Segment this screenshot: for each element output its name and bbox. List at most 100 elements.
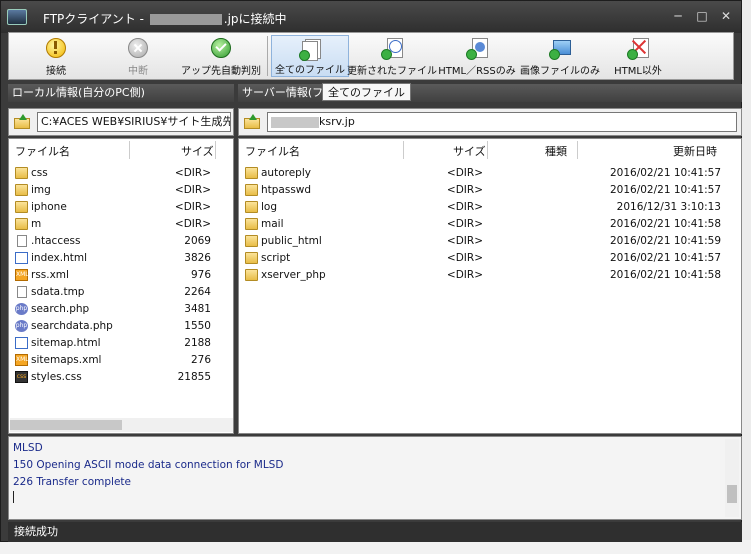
server-col-size[interactable]: サイズ [453, 143, 486, 159]
local-up-folder-icon[interactable] [14, 114, 32, 130]
file-size: 2069 [184, 235, 211, 247]
server-file-list[interactable]: ファイル名 サイズ 種類 更新日時 autoreply <DIR> 2016/02/… [238, 138, 742, 434]
status-bar: 接続成功 [8, 522, 742, 542]
file-size: <DIR> [174, 184, 211, 196]
file-size: 21855 [177, 371, 211, 383]
html-rss-button[interactable]: HTML／RSSのみ [437, 35, 517, 77]
local-file-row[interactable]: index.html 3826 [9, 250, 233, 267]
updated-files-button[interactable]: 更新されたファイル [347, 35, 437, 77]
html-rss-icon [466, 37, 488, 60]
file-name: img [31, 184, 51, 196]
close-button[interactable]: ✕ [719, 9, 733, 23]
server-col-name[interactable]: ファイル名 [245, 143, 300, 159]
file-size: <DIR> [174, 201, 211, 213]
updated-files-label: 更新されたファイル [347, 66, 437, 77]
disconnect-icon [127, 37, 149, 59]
file-size: <DIR> [174, 167, 211, 179]
server-file-row[interactable]: script <DIR> 2016/02/21 10:41:57 [239, 250, 741, 267]
server-file-row[interactable]: log <DIR> 2016/12/31 3:10:13 [239, 199, 741, 216]
local-col-name[interactable]: ファイル名 [15, 143, 70, 159]
log-scroll-thumb[interactable] [727, 485, 737, 503]
server-address-bar: ksrv.jp [238, 108, 742, 136]
local-file-row[interactable]: php searchdata.php 1550 [9, 318, 233, 335]
html-icon [15, 337, 28, 349]
server-column-header: ファイル名 サイズ 種類 更新日時 [239, 139, 741, 161]
connect-button[interactable]: 接続 [31, 35, 81, 77]
local-scroll-thumb[interactable] [10, 420, 122, 430]
server-file-row[interactable]: htpasswd <DIR> 2016/02/21 10:41:57 [239, 182, 741, 199]
file-name: searchdata.php [31, 320, 113, 332]
log-line: MLSD [13, 442, 43, 454]
title-bar[interactable]: FTPクライアント - .jpに接続中 ─ □ ✕ [1, 1, 741, 33]
css-icon: css [15, 371, 28, 383]
local-file-row[interactable]: css styles.css 21855 [9, 369, 233, 386]
file-modified-date: 2016/02/21 10:41:57 [609, 167, 721, 179]
file-name: iphone [31, 201, 67, 213]
server-path-suffix: ksrv.jp [319, 115, 355, 128]
disconnect-button[interactable]: 中断 [113, 35, 163, 77]
file-name: sitemap.html [31, 337, 101, 349]
local-file-row[interactable]: sitemap.html 2188 [9, 335, 233, 352]
local-file-row[interactable]: sdata.tmp 2264 [9, 284, 233, 301]
folder-icon [245, 269, 258, 281]
server-file-row[interactable]: xserver_php <DIR> 2016/02/21 10:41:58 [239, 267, 741, 284]
server-path-input[interactable]: ksrv.jp [267, 112, 737, 132]
folder-icon [15, 184, 28, 196]
file-name: index.html [31, 252, 87, 264]
non-html-button[interactable]: HTML以外 [607, 35, 669, 77]
local-file-row[interactable]: m <DIR> [9, 216, 233, 233]
file-name: xserver_php [261, 269, 326, 281]
file-size: 276 [190, 354, 211, 366]
non-html-label: HTML以外 [614, 66, 662, 77]
file-size: 3826 [184, 252, 211, 264]
file-size: <DIR> [446, 252, 483, 264]
file-modified-date: 2016/02/21 10:41:59 [609, 235, 721, 247]
file-name: log [261, 201, 278, 213]
local-horizontal-scrollbar[interactable] [10, 418, 233, 432]
server-file-row[interactable]: mail <DIR> 2016/02/21 10:41:58 [239, 216, 741, 233]
local-file-row[interactable]: XML sitemaps.xml 276 [9, 352, 233, 369]
file-size: <DIR> [174, 218, 211, 230]
upload-auto-button[interactable]: アップ先自動判別 [179, 35, 263, 77]
log-panel[interactable]: MLSD 150 Opening ASCII mode data connect… [8, 436, 742, 520]
title-suffix: .jpに接続中 [223, 12, 287, 26]
file-modified-date: 2016/02/21 10:41:57 [609, 184, 721, 196]
local-file-row[interactable]: css <DIR> [9, 165, 233, 182]
file-size: <DIR> [446, 218, 483, 230]
folder-icon [245, 167, 258, 179]
local-file-row[interactable]: img <DIR> [9, 182, 233, 199]
server-file-row[interactable]: autoreply <DIR> 2016/02/21 10:41:57 [239, 165, 741, 182]
file-name: mail [261, 218, 284, 230]
local-file-row[interactable]: iphone <DIR> [9, 199, 233, 216]
server-up-folder-icon[interactable] [244, 114, 262, 130]
xml-icon: XML [15, 354, 29, 366]
minimize-button[interactable]: ─ [671, 9, 685, 23]
checkmark-icon [210, 37, 232, 59]
local-file-row[interactable]: php search.php 3481 [9, 301, 233, 318]
local-file-row[interactable]: XML rss.xml 976 [9, 267, 233, 284]
images-only-button[interactable]: 画像ファイルのみ [520, 35, 600, 77]
folder-icon [245, 235, 258, 247]
html-icon [15, 252, 28, 264]
local-file-list[interactable]: ファイル名 サイズ css <DIR> img <DIR> iphone <DIR> m <D… [8, 138, 234, 434]
file-size: 2188 [184, 337, 211, 349]
all-files-button[interactable]: 全てのファイル [271, 35, 349, 77]
local-path-input[interactable]: C:¥ACES WEB¥SIRIUS¥サイト生成先¥] [37, 112, 231, 132]
local-file-row[interactable]: .htaccess 2069 [9, 233, 233, 250]
file-name: sdata.tmp [31, 286, 85, 298]
file-size: <DIR> [446, 269, 483, 281]
disconnect-label: 中断 [128, 66, 148, 77]
server-file-row[interactable]: public_html <DIR> 2016/02/21 10:41:59 [239, 233, 741, 250]
file-name: rss.xml [31, 269, 69, 281]
log-vertical-scrollbar[interactable] [725, 439, 739, 517]
maximize-button[interactable]: □ [695, 9, 709, 23]
file-name: autoreply [261, 167, 311, 179]
log-line: 150 Opening ASCII mode data connection f… [13, 459, 284, 471]
images-only-label: 画像ファイルのみ [520, 66, 600, 77]
file-name: .htaccess [31, 235, 81, 247]
local-column-header: ファイル名 サイズ [9, 139, 233, 161]
file-modified-date: 2016/02/21 10:41:57 [609, 252, 721, 264]
server-col-date[interactable]: 更新日時 [673, 143, 717, 159]
server-col-type[interactable]: 種類 [545, 143, 567, 159]
local-col-size[interactable]: サイズ [181, 143, 214, 159]
